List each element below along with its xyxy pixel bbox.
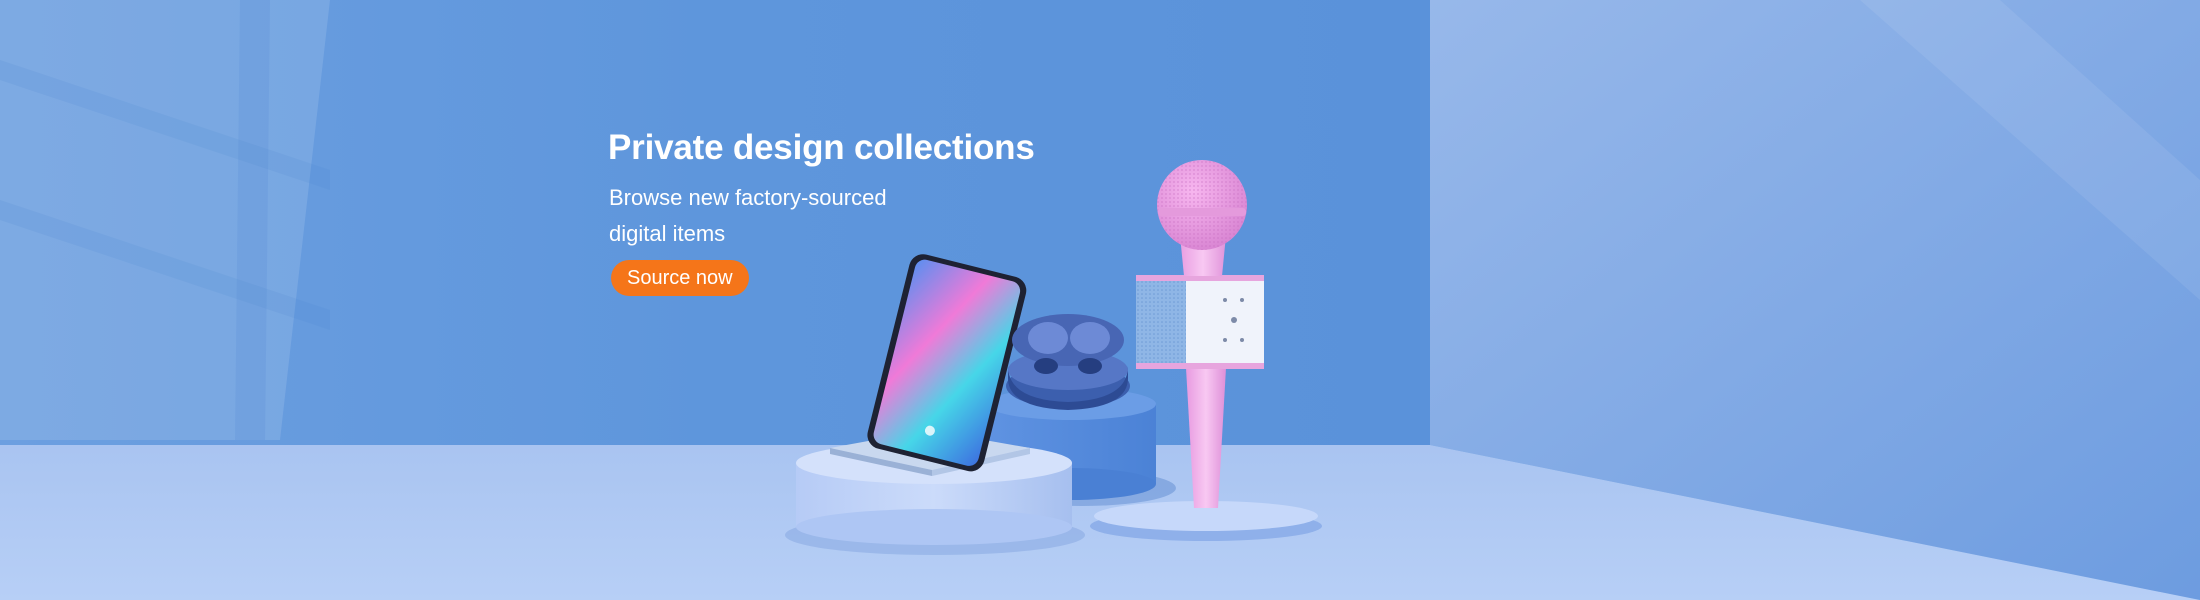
hero-banner: Private design collections Browse new fa… xyxy=(0,0,2200,600)
hero-subtitle: Browse new factory-sourced digital items xyxy=(609,185,887,246)
source-now-button[interactable]: Source now xyxy=(611,260,749,296)
hero-title: Private design collections xyxy=(608,128,1035,167)
product-scene xyxy=(0,0,2200,600)
earbuds xyxy=(1006,314,1130,410)
hero-copy: Private design collections Browse new fa… xyxy=(608,126,1128,296)
